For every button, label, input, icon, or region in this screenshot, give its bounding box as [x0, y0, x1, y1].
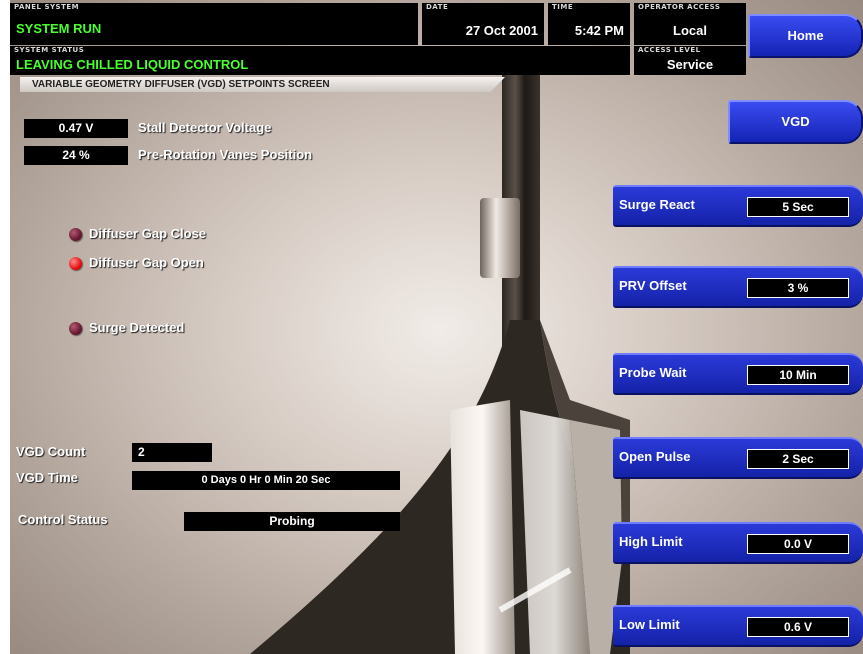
vgd-button[interactable]: VGD [728, 100, 863, 144]
system-status-value: SYSTEM RUN [16, 21, 102, 36]
status-caption: SYSTEM STATUS [14, 46, 85, 54]
setpoint-open-pulse[interactable]: Open Pulse 2 Sec [613, 437, 863, 479]
setpoint-probe-wait-value: 10 Min [747, 365, 849, 385]
setpoint-prv-offset-value: 3 % [747, 278, 849, 298]
control-mode-value: LEAVING CHILLED LIQUID CONTROL [16, 57, 249, 72]
system-panel: PANEL SYSTEM SYSTEM RUN [10, 3, 418, 45]
date-caption: DATE [426, 3, 449, 11]
stall-voltage-value: 0.47 V [24, 119, 128, 138]
setpoint-surge-react[interactable]: Surge React 5 Sec [613, 185, 863, 227]
setpoint-high-limit-value: 0.0 V [747, 534, 849, 554]
setpoint-surge-react-label: Surge React [619, 197, 695, 212]
setpoint-probe-wait-label: Probe Wait [619, 365, 687, 380]
vgd-count-value: 2 [132, 443, 212, 462]
prv-position-label: Pre-Rotation Vanes Position [138, 147, 313, 162]
status-panel: SYSTEM STATUS LEAVING CHILLED LIQUID CON… [10, 46, 630, 75]
surge-led [69, 322, 82, 335]
screen-title: VARIABLE GEOMETRY DIFFUSER (VGD) SETPOIN… [20, 77, 505, 92]
setpoint-high-limit-label: High Limit [619, 534, 683, 549]
surge-label: Surge Detected [89, 320, 185, 335]
service-caption: ACCESS LEVEL [638, 46, 701, 54]
gap-close-led [69, 228, 82, 241]
date-panel: DATE 27 Oct 2001 [422, 3, 544, 45]
control-status-label: Control Status [18, 512, 108, 527]
prv-position-value: 24 % [24, 146, 128, 165]
setpoint-probe-wait[interactable]: Probe Wait 10 Min [613, 353, 863, 395]
access-caption: OPERATOR ACCESS [638, 3, 721, 11]
setpoint-surge-react-value: 5 Sec [747, 197, 849, 217]
setpoint-low-limit[interactable]: Low Limit 0.6 V [613, 605, 863, 647]
control-status-value: Probing [184, 512, 400, 531]
setpoint-low-limit-label: Low Limit [619, 617, 680, 632]
gap-open-led [69, 257, 82, 270]
vgd-screen: PANEL SYSTEM SYSTEM RUN DATE 27 Oct 2001… [10, 0, 863, 654]
setpoint-open-pulse-value: 2 Sec [747, 449, 849, 469]
vgd-time-value: 0 Days 0 Hr 0 Min 20 Sec [132, 471, 400, 490]
service-panel: ACCESS LEVEL Service [634, 46, 746, 75]
setpoint-high-limit[interactable]: High Limit 0.0 V [613, 522, 863, 564]
system-caption: PANEL SYSTEM [14, 3, 80, 11]
access-value: Local [673, 23, 707, 38]
access-panel: OPERATOR ACCESS Local [634, 3, 746, 45]
setpoint-prv-offset[interactable]: PRV Offset 3 % [613, 266, 863, 308]
time-panel: TIME 5:42 PM [548, 3, 630, 45]
gap-close-label: Diffuser Gap Close [89, 226, 207, 241]
vgd-time-label: VGD Time [16, 470, 78, 485]
setpoint-low-limit-value: 0.6 V [747, 617, 849, 637]
service-value: Service [666, 57, 714, 72]
date-value: 27 Oct 2001 [465, 23, 538, 38]
time-value: 5:42 PM [574, 23, 624, 38]
setpoint-prv-offset-label: PRV Offset [619, 278, 687, 293]
vgd-count-label: VGD Count [16, 444, 86, 459]
setpoint-open-pulse-label: Open Pulse [619, 449, 691, 464]
gap-open-label: Diffuser Gap Open [89, 255, 204, 270]
time-caption: TIME [552, 3, 574, 11]
stall-voltage-label: Stall Detector Voltage [138, 120, 272, 135]
home-button[interactable]: Home [748, 14, 863, 58]
